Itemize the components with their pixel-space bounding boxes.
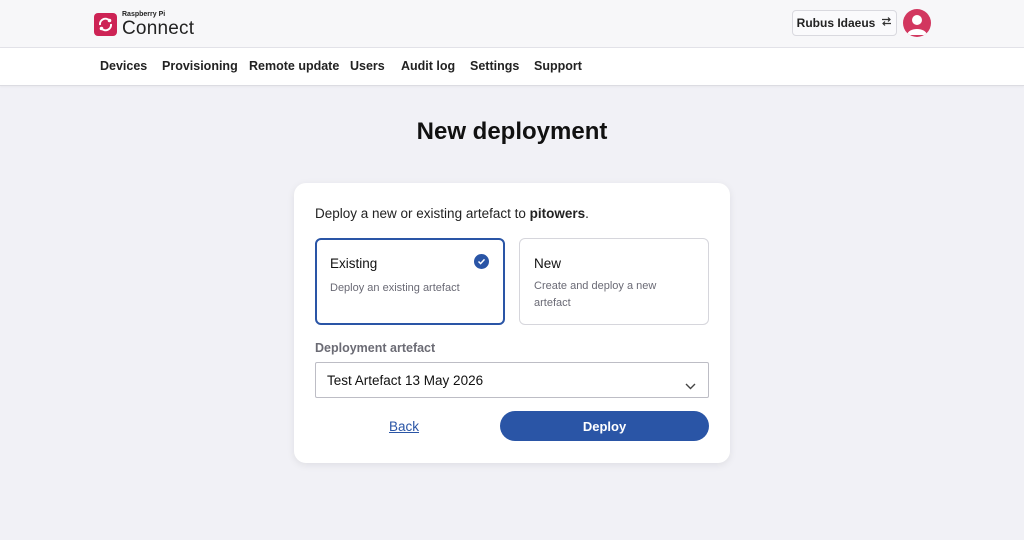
option-new-title: New [534,256,562,271]
option-existing[interactable]: Existing Deploy an existing artefact [315,238,505,325]
account-name: Rubus Idaeus [796,16,876,30]
option-new[interactable]: New Create and deploy a new artefact [519,238,709,325]
logo-big-text: Connect [122,17,195,39]
deploy-button[interactable]: Deploy [500,411,709,441]
switch-arrows-icon [881,16,892,30]
intro-prefix: Deploy a new or existing artefact to [315,206,530,221]
top-header: Raspberry Pi Connect Rubus Idaeus [0,0,1024,48]
option-existing-desc: Deploy an existing artefact [330,282,460,294]
intro-suffix: . [585,206,589,221]
nav-users[interactable]: Users [350,59,385,73]
checkmark-icon [474,254,489,269]
chevron-down-icon [685,377,696,395]
nav-devices[interactable]: Devices [100,59,147,73]
target-device-name: pitowers [529,206,586,221]
option-existing-title: Existing [330,256,378,271]
nav-support[interactable]: Support [534,59,582,73]
nav-provisioning[interactable]: Provisioning [162,59,238,73]
account-switcher-button[interactable]: Rubus Idaeus [792,10,897,36]
selected-artefact: Test Artefact 13 May 2026 [327,373,484,388]
deployment-card: Deploy a new or existing artefact to pit… [294,183,730,463]
connect-logo-icon [94,12,117,36]
deployment-artefact-label: Deployment artefact [315,341,436,355]
logo-small-text: Raspberry Pi [122,10,166,18]
page-title: New deployment [416,118,608,145]
nav-audit-log[interactable]: Audit log [401,59,455,73]
back-link[interactable]: Back [389,419,419,434]
nav-settings[interactable]: Settings [470,59,519,73]
main-nav: Devices Provisioning Remote update Users… [0,48,1024,86]
nav-remote-update[interactable]: Remote update [249,59,339,73]
raspberry-pi-connect-logo[interactable]: Raspberry Pi Connect [94,10,194,38]
option-new-desc: Create and deploy a new artefact [534,280,657,309]
deployment-artefact-select[interactable]: Test Artefact 13 May 2026 [315,362,709,398]
intro-text: Deploy a new or existing artefact to pit… [315,206,589,221]
user-avatar-icon[interactable] [903,9,931,37]
